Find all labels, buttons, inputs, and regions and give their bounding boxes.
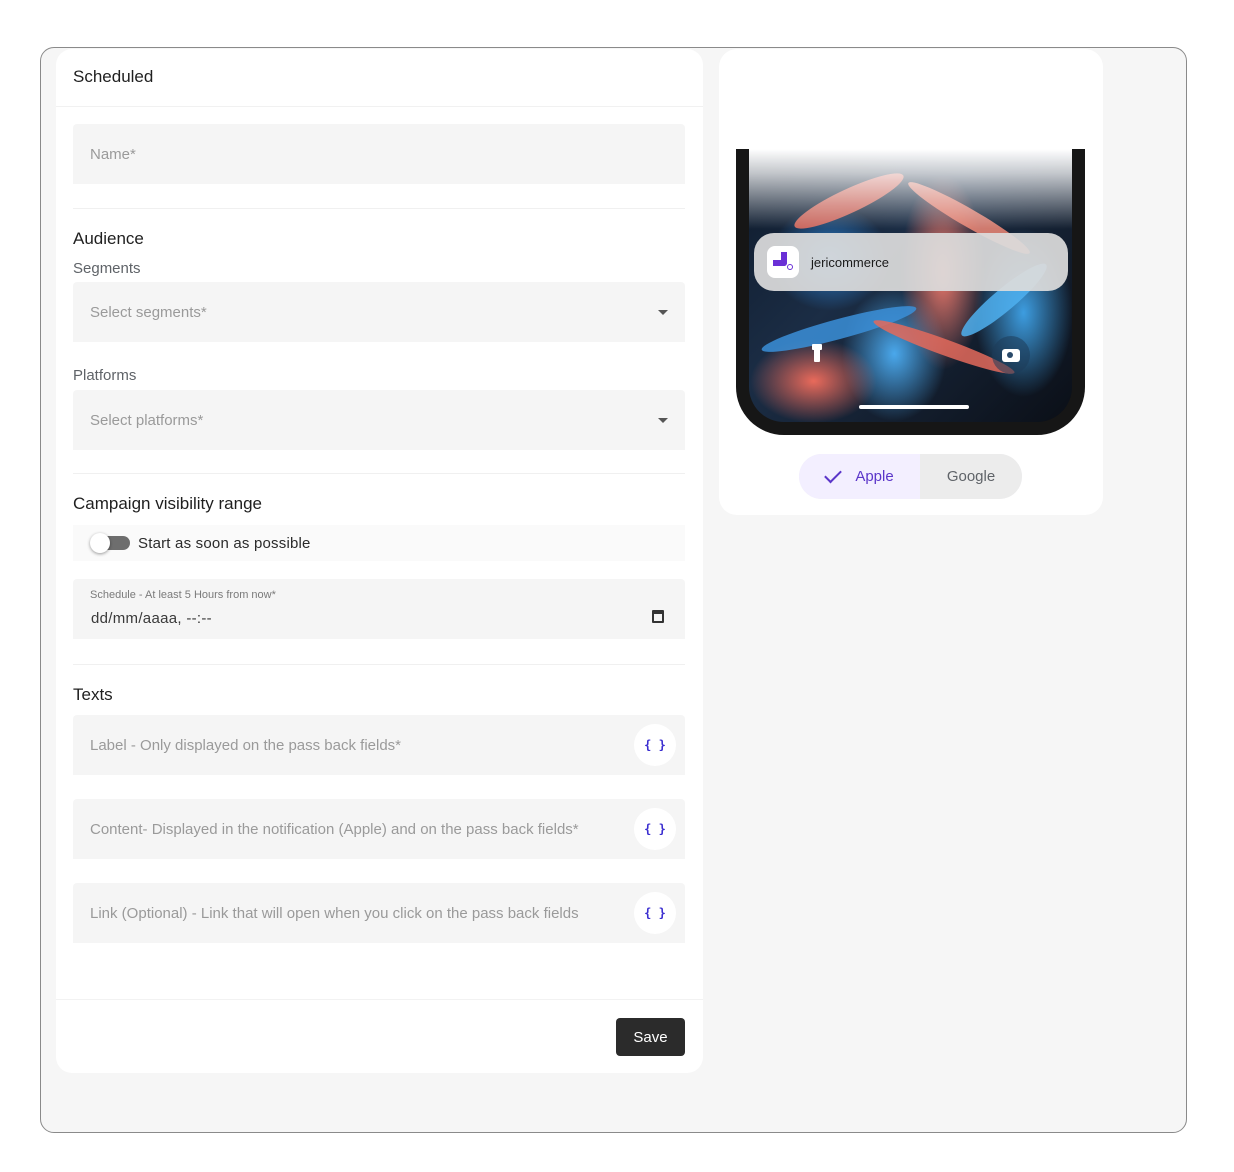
platform-switcher: Apple Google: [799, 454, 1022, 499]
divider: [73, 208, 685, 209]
campaign-form-card: Scheduled Name* Audience Segments Select…: [56, 49, 703, 1073]
phone-top-fade: [749, 149, 1072, 229]
chevron-down-icon: [658, 418, 668, 423]
variables-button[interactable]: { }: [634, 808, 676, 850]
segments-placeholder: Select segments*: [90, 303, 207, 321]
flashlight-icon: [812, 344, 822, 362]
platforms-select[interactable]: Select platforms*: [73, 390, 685, 450]
footer-divider: [56, 999, 703, 1000]
toggle-thumb: [90, 533, 110, 553]
content-input[interactable]: Content- Displayed in the notification (…: [73, 799, 685, 859]
platforms-label: Platforms: [73, 367, 137, 384]
name-placeholder: Name*: [90, 145, 136, 163]
save-button[interactable]: Save: [616, 1018, 685, 1056]
app-logo-icon: [767, 246, 799, 278]
check-icon: [824, 465, 843, 484]
segments-label: Segments: [73, 260, 141, 277]
platform-tab-apple[interactable]: Apple: [799, 454, 920, 499]
phone-preview: jericommerce: [736, 149, 1085, 435]
start-asap-label: Start as soon as possible: [138, 534, 311, 552]
start-asap-toggle[interactable]: [90, 533, 130, 553]
chevron-down-icon: [658, 310, 668, 315]
notification-banner: jericommerce: [754, 233, 1068, 291]
divider: [73, 473, 685, 474]
schedule-value: dd/mm/aaaa, --:--: [91, 610, 212, 627]
calendar-icon[interactable]: [652, 610, 664, 623]
label-input[interactable]: Label - Only displayed on the pass back …: [73, 715, 685, 775]
schedule-label: Schedule - At least 5 Hours from now*: [90, 589, 276, 601]
preview-card: jericommerce Apple Google: [719, 49, 1103, 515]
link-placeholder: Link (Optional) - Link that will open wh…: [90, 904, 579, 922]
camera-icon: [992, 336, 1030, 374]
platform-google-label: Google: [946, 468, 996, 485]
link-input[interactable]: Link (Optional) - Link that will open wh…: [73, 883, 685, 943]
form-title: Scheduled: [56, 49, 703, 107]
label-placeholder: Label - Only displayed on the pass back …: [90, 736, 402, 754]
start-asap-row: Start as soon as possible: [73, 525, 685, 561]
variables-button[interactable]: { }: [634, 892, 676, 934]
page-frame: Scheduled Name* Audience Segments Select…: [40, 47, 1187, 1133]
divider: [73, 664, 685, 665]
visibility-title: Campaign visibility range: [73, 494, 262, 513]
segments-select[interactable]: Select segments*: [73, 282, 685, 342]
schedule-datetime-input[interactable]: Schedule - At least 5 Hours from now* dd…: [73, 579, 685, 639]
home-indicator: [859, 405, 969, 409]
name-input[interactable]: Name*: [73, 124, 685, 184]
variables-button[interactable]: { }: [634, 724, 676, 766]
content-placeholder: Content- Displayed in the notification (…: [90, 820, 579, 838]
platform-apple-label: Apple: [855, 468, 894, 485]
platforms-placeholder: Select platforms*: [90, 411, 204, 429]
texts-title: Texts: [73, 685, 113, 704]
audience-title: Audience: [73, 229, 144, 248]
notification-app-name: jericommerce: [811, 254, 890, 270]
platform-tab-google[interactable]: Google: [920, 454, 1022, 499]
